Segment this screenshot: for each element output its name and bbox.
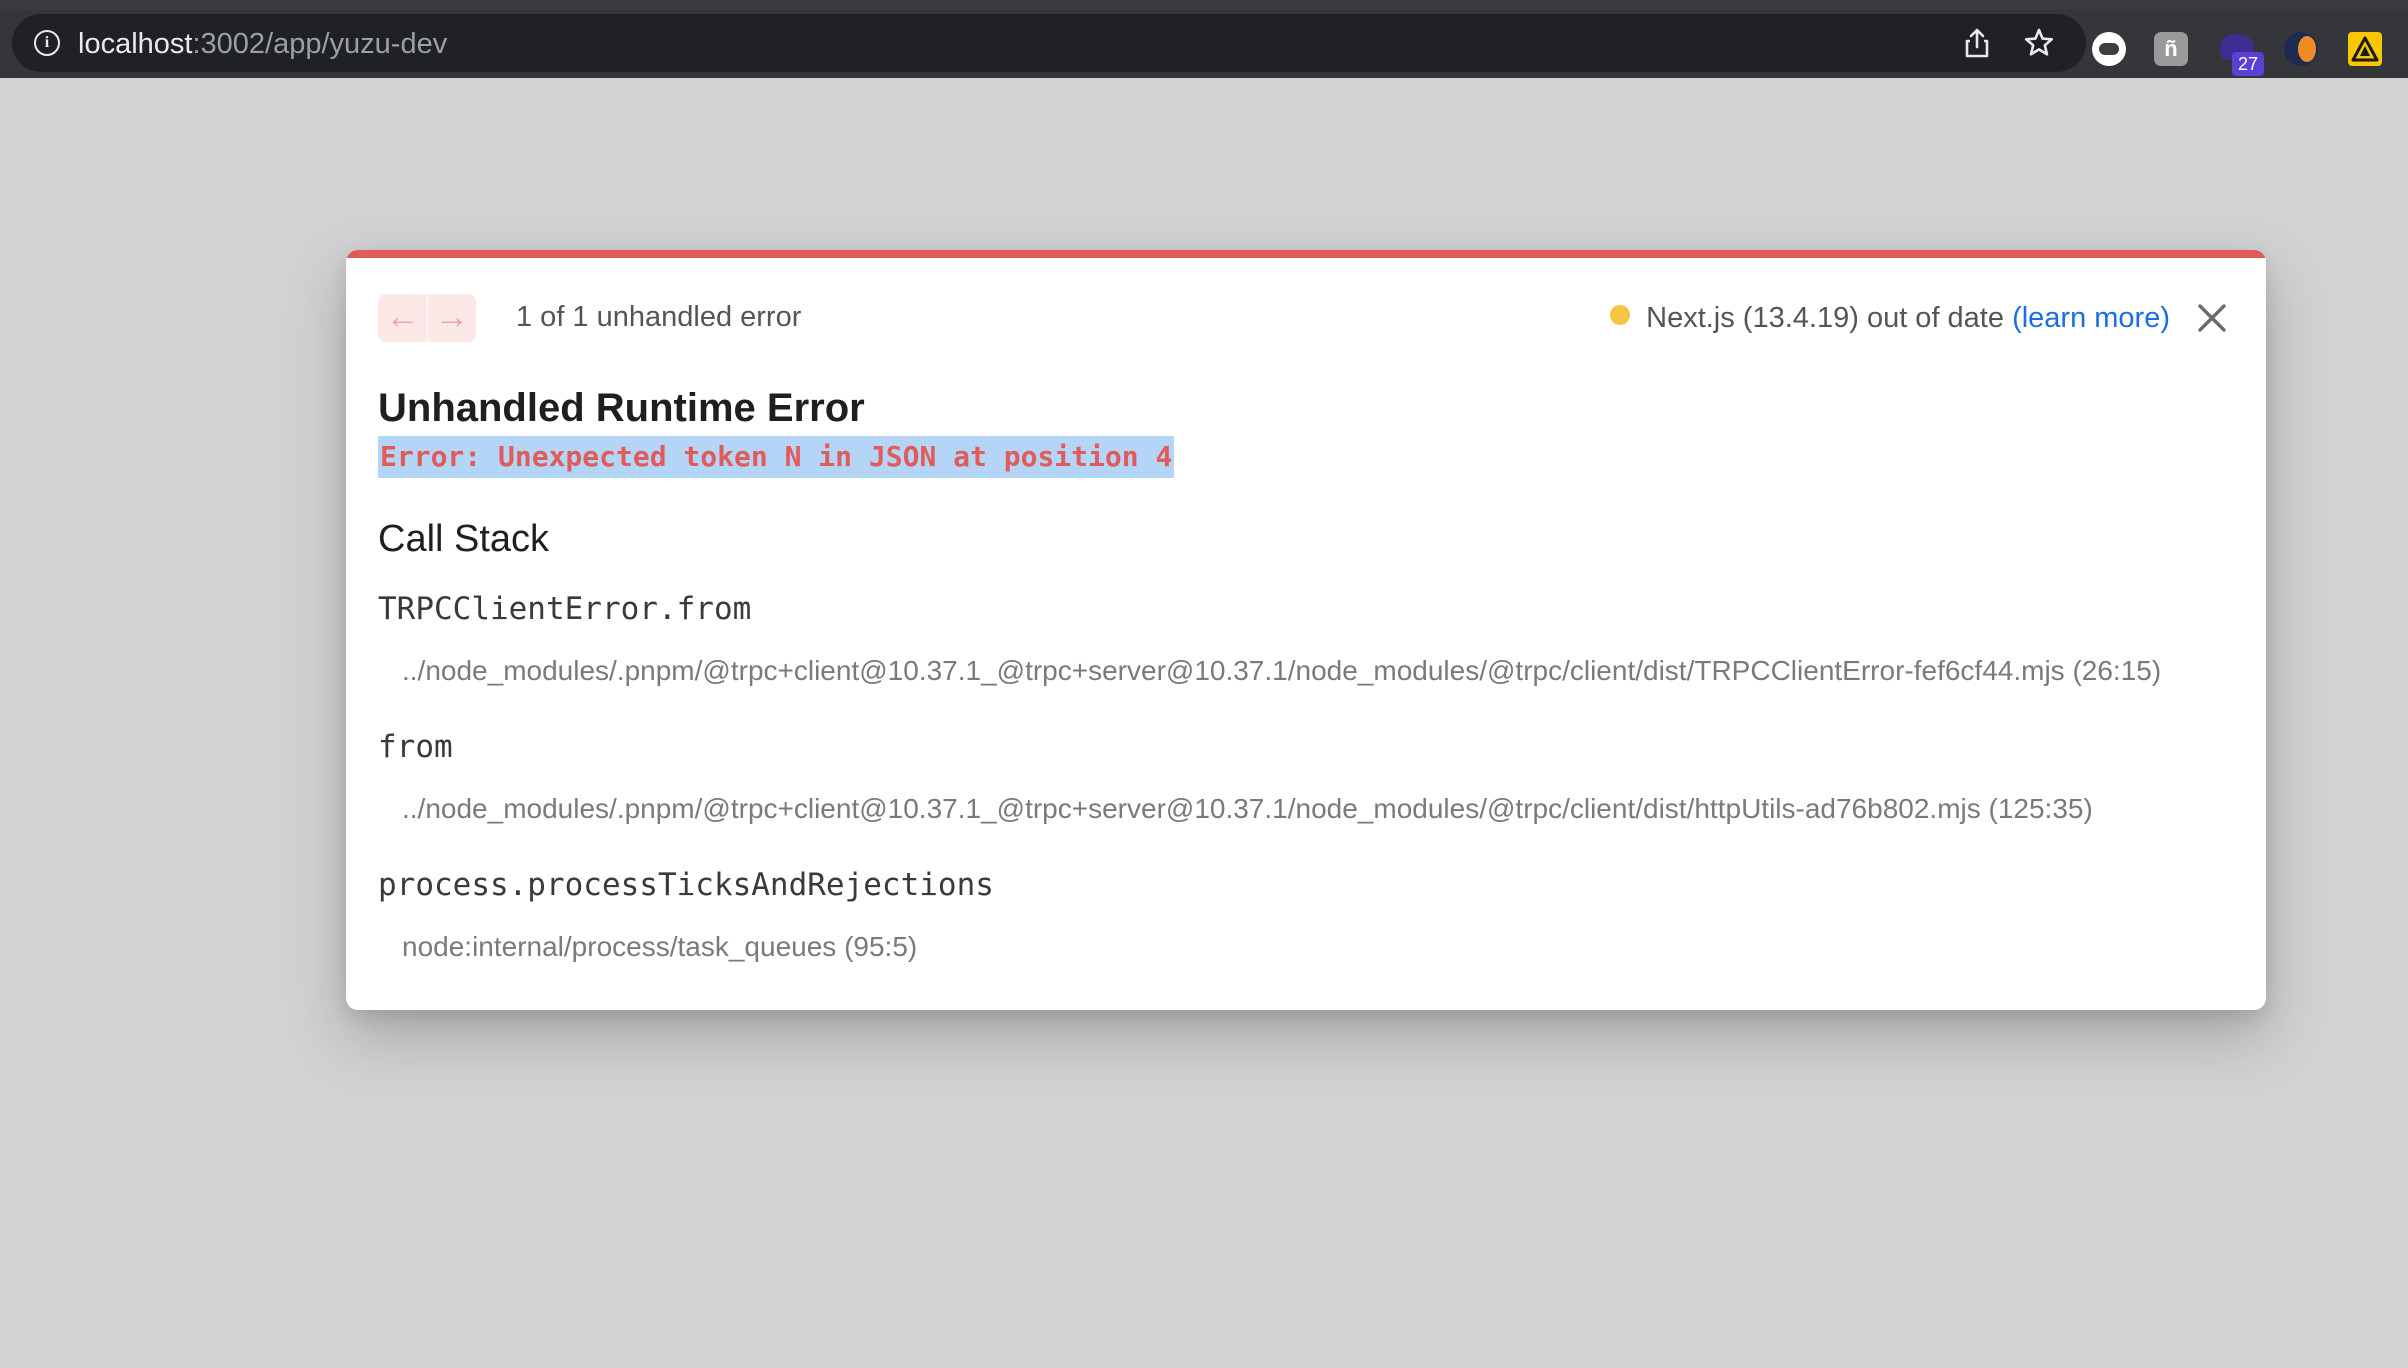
extension-badge: 27 bbox=[2232, 52, 2264, 76]
url-host: localhost bbox=[78, 28, 193, 60]
stack-frame-function: process.processTicksAndRejections bbox=[378, 867, 994, 903]
error-message: Error: Unexpected token N in JSON at pos… bbox=[378, 436, 1175, 478]
url-text[interactable]: localhost:3002/app/yuzu-dev bbox=[78, 27, 447, 61]
stack-frame-function: TRPCClientError.from bbox=[378, 591, 752, 627]
wizard-hat-extension-icon[interactable]: 27 bbox=[2220, 32, 2264, 76]
version-text: Next.js (13.4.19) out of date bbox=[1646, 302, 2004, 334]
error-pagination: ← → bbox=[378, 294, 476, 342]
site-info-icon[interactable]: i bbox=[34, 30, 60, 56]
next-error-button[interactable]: → bbox=[427, 294, 476, 342]
version-notice: Next.js (13.4.19) out of date (learn mor… bbox=[1610, 300, 2170, 336]
browser-toolbar: i localhost:3002/app/yuzu-dev ñ 27 bbox=[0, 10, 2408, 78]
previous-error-button[interactable]: ← bbox=[378, 294, 427, 342]
error-accent-bar bbox=[346, 250, 2266, 258]
error-dialog: ← → 1 of 1 unhandled error Next.js (13.4… bbox=[346, 250, 2266, 1010]
address-bar[interactable]: i localhost:3002/app/yuzu-dev bbox=[12, 14, 2086, 72]
moon-extension-icon[interactable] bbox=[2284, 32, 2318, 66]
stack-frame-location[interactable]: ../node_modules/.pnpm/@trpc+client@10.37… bbox=[402, 792, 2093, 826]
share-icon[interactable] bbox=[1960, 26, 1994, 60]
error-count: 1 of 1 unhandled error bbox=[516, 301, 802, 333]
error-title: Unhandled Runtime Error bbox=[378, 386, 865, 430]
bookmark-star-icon[interactable] bbox=[2022, 26, 2056, 60]
url-path: :3002/app/yuzu-dev bbox=[192, 28, 448, 60]
letter-extension-icon[interactable]: ñ bbox=[2154, 32, 2188, 66]
stack-frame-function: from bbox=[378, 729, 453, 765]
stack-frame-location[interactable]: node:internal/process/task_queues (95:5) bbox=[402, 930, 917, 964]
triangle-icon bbox=[2351, 36, 2379, 62]
call-stack-heading: Call Stack bbox=[378, 518, 550, 560]
close-icon[interactable] bbox=[2194, 300, 2230, 336]
triangle-extension-icon[interactable] bbox=[2348, 32, 2382, 66]
window-top-strip bbox=[0, 0, 2408, 10]
learn-more-link[interactable]: (learn more) bbox=[2012, 302, 2170, 334]
chat-bubble-extension-icon[interactable] bbox=[2092, 32, 2126, 66]
status-dot-icon bbox=[1610, 305, 1631, 325]
stack-frame-location[interactable]: ../node_modules/.pnpm/@trpc+client@10.37… bbox=[402, 654, 2161, 688]
